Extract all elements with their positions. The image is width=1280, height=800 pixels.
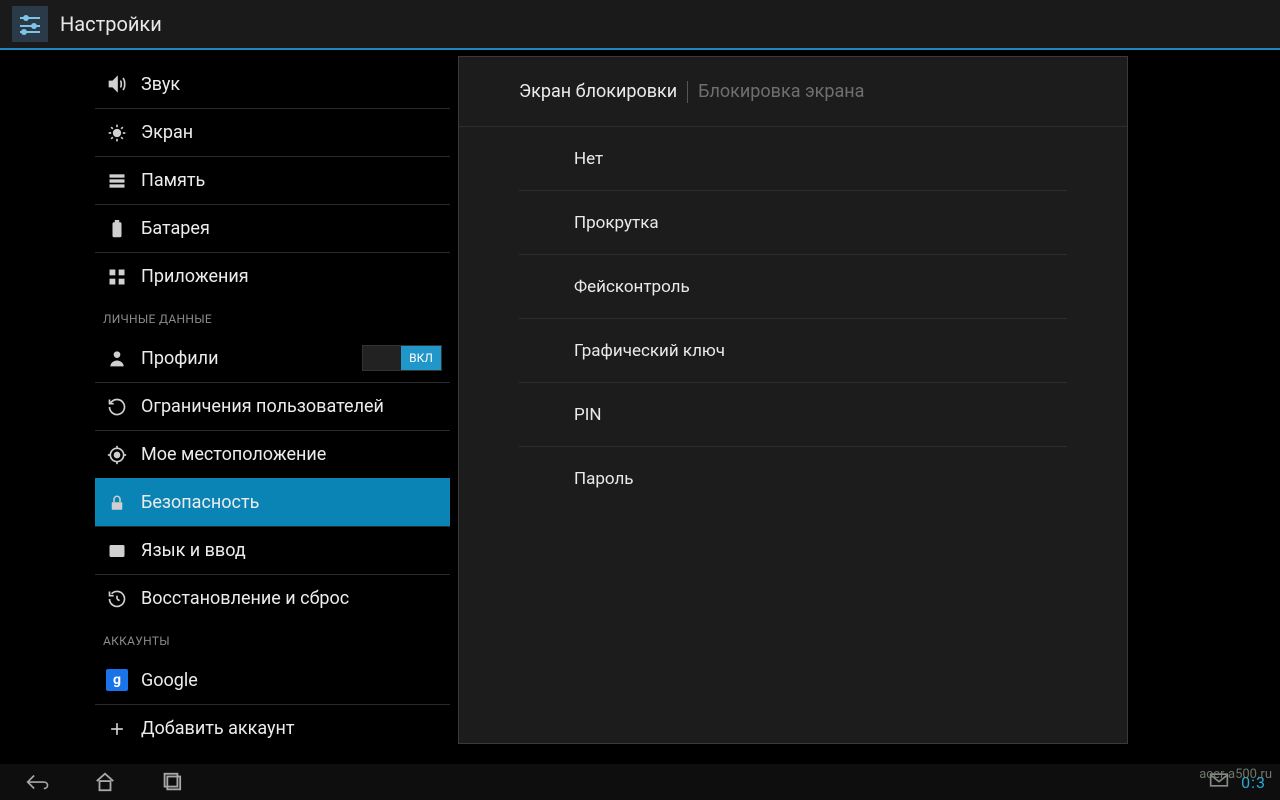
sidebar-item-location[interactable]: Мое местоположение (95, 430, 450, 478)
location-icon (103, 441, 131, 469)
settings-sidebar: УСТРОЙСТВО Звук Экран Память (0, 50, 450, 764)
sidebar-item-label: Восстановление и сброс (141, 588, 442, 609)
brightness-icon (103, 119, 131, 147)
lock-option-pattern[interactable]: Графический ключ (519, 319, 1067, 383)
storage-icon (103, 167, 131, 195)
sidebar-item-add-account[interactable]: Добавить аккаунт (95, 704, 450, 752)
home-button[interactable] (78, 767, 132, 797)
option-label: PIN (574, 405, 601, 425)
refresh-icon (103, 393, 131, 421)
lock-option-password[interactable]: Пароль (519, 447, 1067, 511)
lock-option-none[interactable]: Нет (519, 127, 1067, 191)
breadcrumb-separator (687, 81, 688, 103)
lock-icon (103, 489, 131, 517)
sidebar-item-label: Экран (141, 122, 442, 143)
svg-text:A: A (114, 547, 120, 557)
lock-screen-dialog: Экран блокировки Блокировка экрана Нет П… (458, 56, 1128, 744)
sidebar-item-google[interactable]: g Google (95, 656, 450, 704)
dialog-header: Экран блокировки Блокировка экрана (459, 57, 1127, 127)
section-header-personal: ЛИЧНЫЕ ДАННЫЕ (95, 300, 450, 334)
section-header-accounts: АККАУНТЫ (95, 622, 450, 656)
battery-icon (103, 215, 131, 243)
apps-icon (103, 263, 131, 291)
watermark: acer-a500.ru (1199, 767, 1272, 782)
system-navbar: 0:3 (0, 764, 1280, 800)
sidebar-item-storage[interactable]: Память (95, 156, 450, 204)
sidebar-item-label: Язык и ввод (141, 540, 442, 561)
sidebar-item-profiles[interactable]: Профили ВКЛ (95, 334, 450, 382)
dialog-crumb: Блокировка экрана (698, 81, 864, 102)
option-label: Фейсконтроль (574, 277, 690, 297)
section-header-device: УСТРОЙСТВО (95, 50, 450, 60)
sidebar-item-label: Google (141, 670, 442, 691)
speaker-icon (103, 70, 131, 98)
back-button[interactable] (12, 767, 66, 797)
lock-option-pin[interactable]: PIN (519, 383, 1067, 447)
restore-icon (103, 585, 131, 613)
sidebar-item-label: Мое местоположение (141, 444, 442, 465)
app-header: Настройки (0, 0, 1280, 50)
sidebar-item-apps[interactable]: Приложения (95, 252, 450, 300)
dialog-title: Экран блокировки (519, 81, 677, 102)
sidebar-item-label: Память (141, 170, 442, 191)
plus-icon (103, 715, 131, 743)
sidebar-item-label: Ограничения пользователей (141, 396, 442, 417)
profiles-toggle[interactable]: ВКЛ (362, 345, 442, 371)
sidebar-item-sound[interactable]: Звук (95, 60, 450, 108)
sidebar-item-label: Звук (141, 74, 442, 95)
sidebar-item-language[interactable]: A Язык и ввод (95, 526, 450, 574)
sidebar-item-backup[interactable]: Восстановление и сброс (95, 574, 450, 622)
sidebar-item-display[interactable]: Экран (95, 108, 450, 156)
recents-button[interactable] (144, 767, 198, 797)
lock-option-face[interactable]: Фейсконтроль (519, 255, 1067, 319)
sidebar-item-label: Профили (141, 348, 362, 369)
option-label: Прокрутка (574, 213, 659, 233)
settings-app-icon (12, 6, 48, 42)
sidebar-item-battery[interactable]: Батарея (95, 204, 450, 252)
option-label: Графический ключ (574, 341, 725, 361)
sidebar-item-security[interactable]: Безопасность (95, 478, 450, 526)
page-title: Настройки (60, 12, 162, 36)
sidebar-item-label: Батарея (141, 218, 442, 239)
lock-option-slide[interactable]: Прокрутка (519, 191, 1067, 255)
sidebar-item-label: Приложения (141, 266, 442, 287)
google-icon: g (103, 666, 131, 694)
sidebar-item-label: Добавить аккаунт (141, 718, 442, 739)
keyboard-icon: A (103, 537, 131, 565)
profiles-icon (103, 344, 131, 372)
option-label: Пароль (574, 469, 634, 489)
sidebar-item-label: Безопасность (141, 492, 442, 513)
option-label: Нет (574, 149, 603, 169)
toggle-on-label: ВКЛ (401, 346, 441, 370)
sidebar-item-user-restrictions[interactable]: Ограничения пользователей (95, 382, 450, 430)
